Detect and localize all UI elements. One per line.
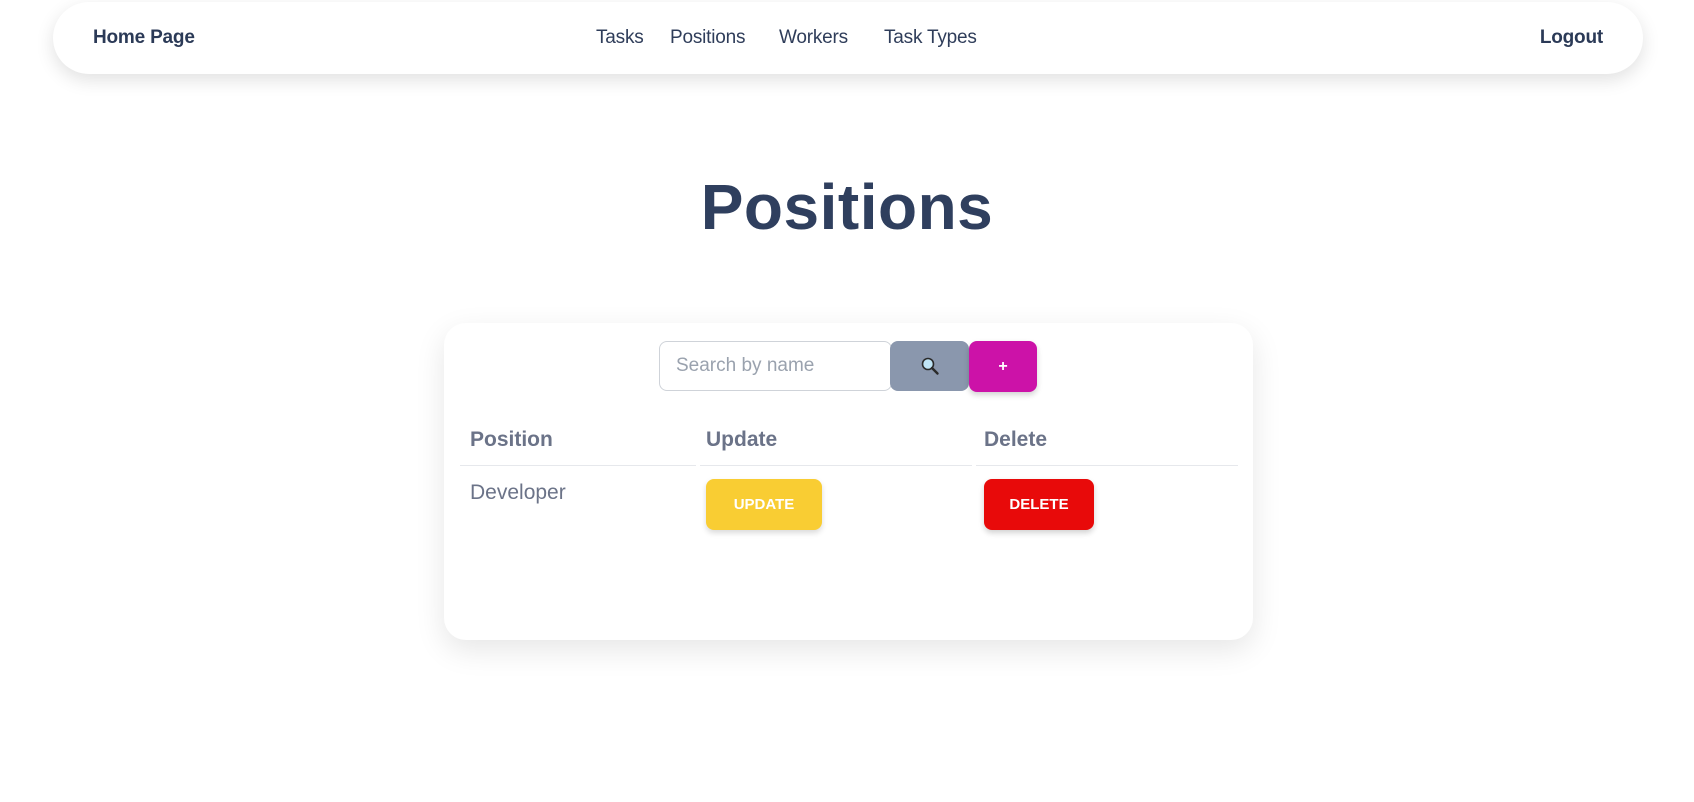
- nav-link-workers[interactable]: Workers: [779, 27, 848, 49]
- search-button[interactable]: [890, 341, 969, 391]
- position-name: Developer: [470, 481, 566, 504]
- column-header-delete: Delete: [984, 428, 1048, 451]
- column-header-update: Update: [706, 428, 778, 451]
- positions-card: + Position Update Delete Developer UPDAT…: [444, 323, 1253, 640]
- nav-link-task-types[interactable]: Task Types: [884, 27, 977, 49]
- update-button[interactable]: UPDATE: [706, 479, 822, 530]
- search-input[interactable]: [659, 341, 892, 391]
- top-navbar: Home Page Tasks Positions Workers Task T…: [53, 2, 1643, 74]
- header-divider: [460, 465, 696, 466]
- header-divider: [700, 465, 972, 466]
- logout-link[interactable]: Logout: [1540, 27, 1603, 49]
- nav-link-positions[interactable]: Positions: [670, 27, 745, 49]
- column-header-position: Position: [470, 428, 553, 451]
- delete-button[interactable]: DELETE: [984, 479, 1094, 530]
- nav-link-tasks[interactable]: Tasks: [596, 27, 644, 49]
- home-page-link[interactable]: Home Page: [93, 27, 195, 49]
- magnifier-icon: [921, 357, 939, 375]
- page-title: Positions: [700, 171, 994, 243]
- header-divider: [976, 465, 1238, 466]
- add-position-button[interactable]: +: [969, 341, 1037, 392]
